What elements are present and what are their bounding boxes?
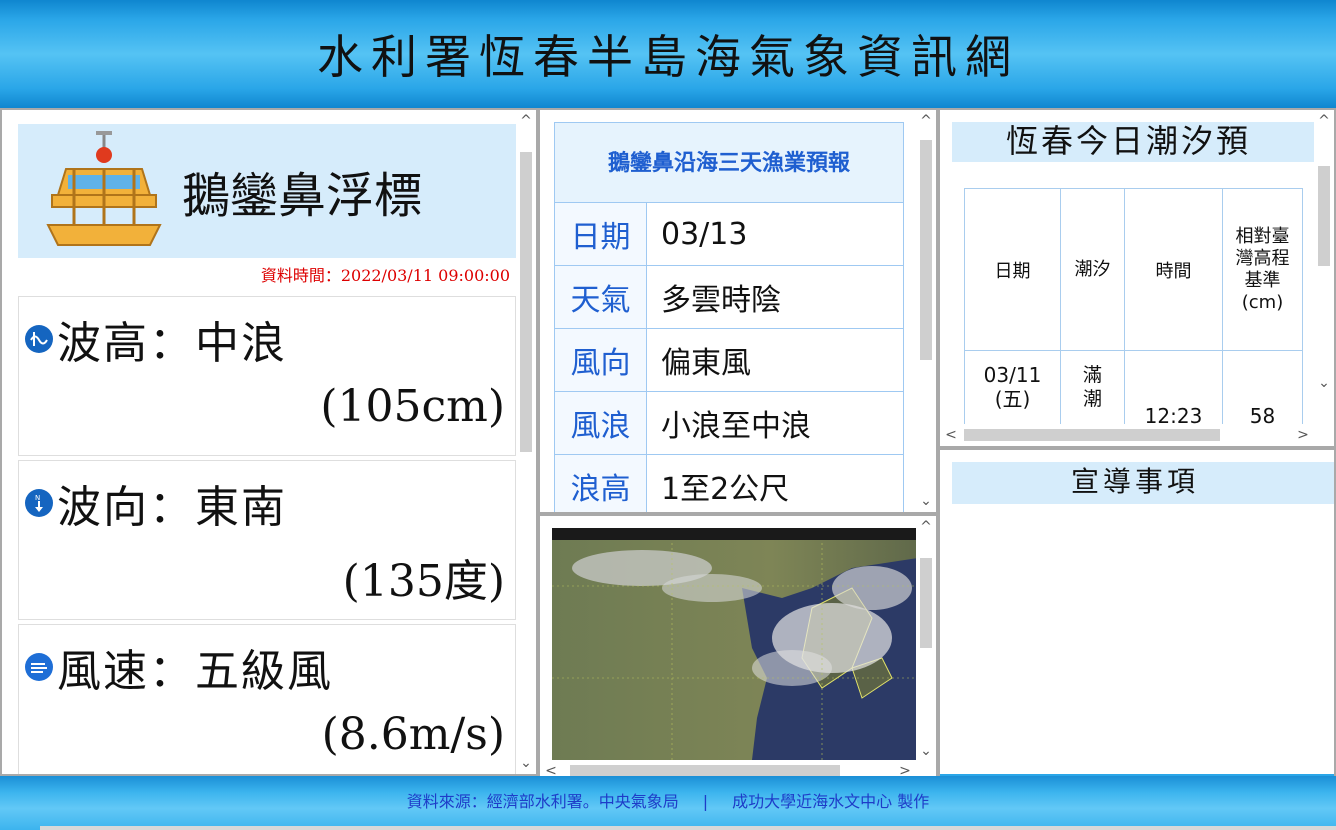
site-footer: 資料來源：經濟部水利署。中央氣象局 | 成功大學近海水文中心 製作 <box>0 776 1336 830</box>
buoy-panel: 鵝鑾鼻浮標 資料時間：2022/03/11 09:00:00 波高：中浪 (10… <box>0 108 538 776</box>
tide-cell-date: 03/11 (五) <box>964 350 1061 431</box>
scroll-up-icon[interactable]: ^ <box>516 110 536 132</box>
wind-speed-value: (8.6m/s) <box>321 709 505 760</box>
wave-height-value: (105cm) <box>320 381 505 432</box>
satellite-image[interactable] <box>552 528 918 760</box>
fishery-value: 偏東風 <box>646 328 904 392</box>
wave-direction-value: (135度) <box>342 556 505 607</box>
buoy-title: 鵝鑾鼻浮標 <box>182 168 423 224</box>
wind-speed-box: 風速：五級風 (8.6m/s) <box>18 624 516 774</box>
tide-cell-height: 58 <box>1222 350 1303 431</box>
scroll-thumb[interactable] <box>1318 166 1330 266</box>
tide-header-height: 相對臺灣高程基準(cm) <box>1222 188 1303 351</box>
fishery-key: 浪高 <box>554 454 647 512</box>
wave-height-icon <box>25 325 53 353</box>
footer-credit: 成功大學近海水文中心 製作 <box>732 792 930 811</box>
scroll-down-icon[interactable]: ⌄ <box>916 490 936 512</box>
footer-source: 資料來源：經濟部水利署。中央氣象局 <box>406 792 679 811</box>
scroll-right-icon[interactable]: > <box>1292 424 1314 446</box>
footer-separator: | <box>702 792 709 811</box>
scroll-down-icon[interactable]: ⌄ <box>516 752 536 774</box>
wind-speed-label: 風速：五級風 <box>57 646 333 697</box>
notice-title: 宣導事項 <box>952 462 1334 504</box>
scroll-thumb[interactable] <box>920 140 932 360</box>
wave-height-box: 波高：中浪 (105cm) <box>18 296 516 456</box>
fishery-key: 日期 <box>554 202 647 266</box>
buoy-icon <box>46 131 162 246</box>
page-scrollbar[interactable] <box>40 826 1336 830</box>
footer-text: 資料來源：經濟部水利署。中央氣象局 | 成功大學近海水文中心 製作 <box>0 788 1336 812</box>
tide-header-date: 日期 <box>964 188 1061 351</box>
fishery-table: 鵝鑾鼻沿海三天漁業預報 日期 03/13 天氣 多雲時陰 風向 偏東風 風浪 小… <box>554 122 904 512</box>
wind-speed-icon <box>25 653 53 681</box>
tide-title: 恆春今日潮汐預 <box>952 122 1314 162</box>
fishery-key: 風向 <box>554 328 647 392</box>
scroll-thumb[interactable] <box>920 558 932 648</box>
scroll-thumb[interactable] <box>520 152 532 452</box>
fishery-value: 多雲時陰 <box>646 265 904 329</box>
fishery-title: 鵝鑾鼻沿海三天漁業預報 <box>554 122 904 203</box>
wave-height-label: 波高：中浪 <box>57 318 287 369</box>
tide-cell-time: 12:23 <box>1124 350 1223 431</box>
table-row: 風向 偏東風 <box>554 328 904 392</box>
tide-vscrollbar[interactable]: ^ ⌄ <box>1314 110 1334 426</box>
wave-direction-box: N 波向：東南 (135度) <box>18 460 516 620</box>
fishery-value: 03/13 <box>646 202 904 266</box>
buoy-header: 鵝鑾鼻浮標 <box>18 124 516 258</box>
tide-header-time: 時間 <box>1124 188 1223 351</box>
tide-hscrollbar[interactable]: < > <box>940 424 1314 446</box>
tide-panel: 恆春今日潮汐預 日期 潮汐 時間 相對臺灣高程基準(cm) 03/11 (五) … <box>938 108 1336 448</box>
table-row: 03/11 (五) 滿潮 12:23 58 <box>964 350 1303 431</box>
fishery-forecast-panel: 鵝鑾鼻沿海三天漁業預報 日期 03/13 天氣 多雲時陰 風向 偏東風 風浪 小… <box>538 108 938 514</box>
satellite-vscrollbar[interactable]: ^ ⌄ <box>916 516 936 762</box>
table-row: 天氣 多雲時陰 <box>554 265 904 329</box>
scroll-up-icon[interactable]: ^ <box>1314 110 1334 132</box>
table-row: 風浪 小浪至中浪 <box>554 391 904 455</box>
scroll-up-icon[interactable]: ^ <box>916 110 936 132</box>
svg-text:N: N <box>35 494 40 502</box>
tide-table: 日期 潮汐 時間 相對臺灣高程基準(cm) 03/11 (五) 滿潮 12:23… <box>964 188 1303 431</box>
wave-direction-icon: N <box>25 489 53 517</box>
scroll-up-icon[interactable]: ^ <box>916 516 936 538</box>
notice-panel: 宣導事項 <box>938 448 1336 784</box>
table-row: 浪高 1至2公尺 <box>554 454 904 512</box>
satellite-panel: ^ ⌄ < > <box>538 514 938 784</box>
tide-cell-tide: 滿潮 <box>1060 350 1125 431</box>
fishery-key: 天氣 <box>554 265 647 329</box>
data-time: 資料時間：2022/03/11 09:00:00 <box>260 266 510 285</box>
tide-weekday: (五) <box>994 387 1031 411</box>
wave-direction-label: 波向：東南 <box>57 482 287 533</box>
scroll-down-icon[interactable]: ⌄ <box>916 740 936 762</box>
scroll-down-icon[interactable]: ⌄ <box>1314 372 1334 394</box>
scroll-left-icon[interactable]: < <box>940 424 962 446</box>
tide-header-tide: 潮汐 <box>1060 188 1125 351</box>
table-row: 日期 03/13 <box>554 202 904 266</box>
buoy-scrollbar[interactable]: ^ ⌄ <box>516 110 536 774</box>
tide-date: 03/11 <box>983 363 1042 387</box>
fishery-value: 1至2公尺 <box>646 454 904 512</box>
fishery-scrollbar[interactable]: ^ ⌄ <box>916 110 936 512</box>
fishery-value: 小浪至中浪 <box>646 391 904 455</box>
fishery-key: 風浪 <box>554 391 647 455</box>
site-header: 水利署恆春半島海氣象資訊網 <box>0 0 1336 108</box>
site-title: 水利署恆春半島海氣象資訊網 <box>317 30 1019 84</box>
scroll-thumb[interactable] <box>964 429 1220 441</box>
